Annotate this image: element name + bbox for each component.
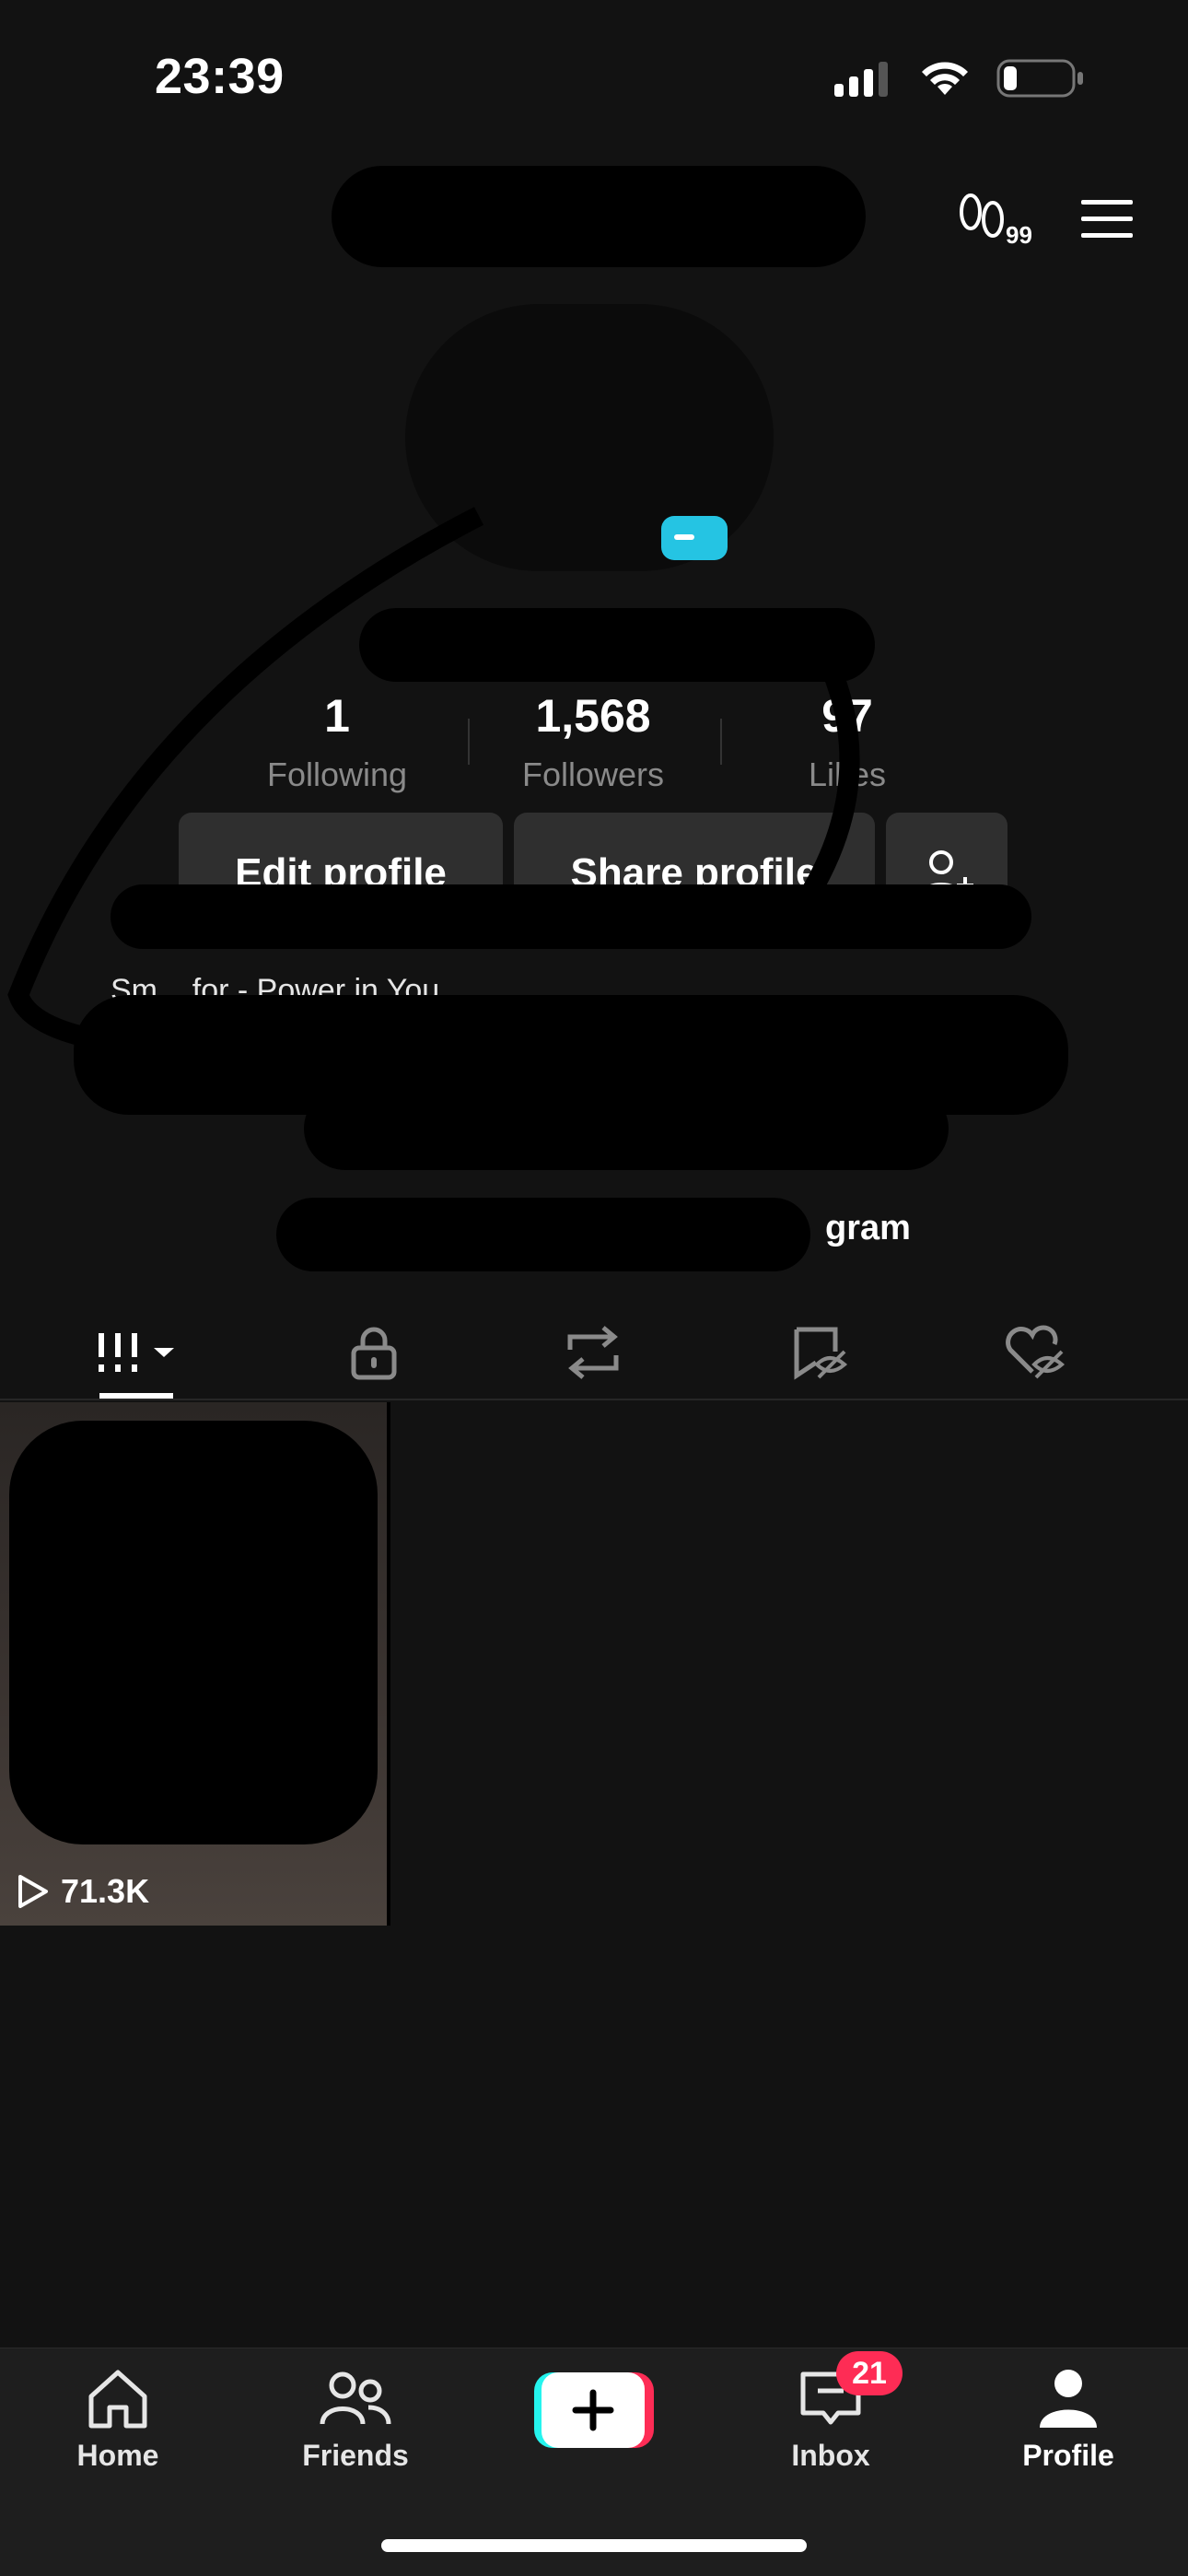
hidden-bookmark-icon <box>794 1327 848 1380</box>
lock-icon <box>351 1327 397 1380</box>
inbox-badge: 21 <box>836 2351 903 2395</box>
nav-inbox-label: Inbox <box>791 2439 870 2472</box>
profile-icon <box>1040 2370 1097 2428</box>
svg-text:99: 99 <box>1006 221 1032 247</box>
nav-friends-label: Friends <box>302 2439 409 2472</box>
cellular-signal-icon <box>834 62 888 97</box>
nav-profile-label: Profile <box>1022 2439 1114 2472</box>
nav-home-label: Home <box>76 2439 159 2472</box>
play-icon <box>18 1875 48 1908</box>
nav-profile[interactable]: Profile <box>976 2367 1160 2473</box>
tab-liked[interactable] <box>980 1306 1090 1399</box>
friends-icon <box>320 2371 391 2425</box>
tab-videos[interactable] <box>81 1306 192 1399</box>
status-icons <box>833 57 1085 100</box>
plus-icon <box>572 2389 614 2431</box>
video-thumbnail[interactable]: 71.3K <box>0 1402 390 1926</box>
battery-icon <box>996 59 1083 98</box>
nav-home[interactable]: Home <box>26 2367 210 2473</box>
footprint-icon[interactable]: 99 <box>958 192 1035 247</box>
header-actions: 99 <box>958 192 1135 247</box>
menu-icon[interactable] <box>1079 198 1135 240</box>
wifi-icon <box>922 62 968 95</box>
redaction-scribble <box>332 166 866 267</box>
home-icon <box>88 2370 147 2429</box>
tab-private[interactable] <box>319 1306 429 1399</box>
hidden-heart-icon <box>1006 1325 1066 1379</box>
video-views: 71.3K <box>15 1872 149 1911</box>
instagram-link[interactable]: gram <box>825 1209 911 1248</box>
create-button[interactable] <box>534 2372 654 2448</box>
repost-icon <box>567 1326 619 1379</box>
grid-filter-icon <box>99 1333 174 1372</box>
nav-friends[interactable]: Friends <box>263 2367 448 2473</box>
tab-favorites[interactable] <box>764 1306 875 1399</box>
redaction-scribble <box>9 1421 378 1844</box>
home-indicator <box>381 2539 807 2552</box>
content-tabs <box>0 1306 1188 1399</box>
video-views-count: 71.3K <box>61 1872 150 1910</box>
tab-reposts[interactable] <box>538 1306 648 1399</box>
tab-divider <box>0 1399 1188 1400</box>
status-time: 23:39 <box>155 49 285 104</box>
redaction-scribble <box>7 507 860 1060</box>
redaction-scribble <box>276 1198 810 1271</box>
